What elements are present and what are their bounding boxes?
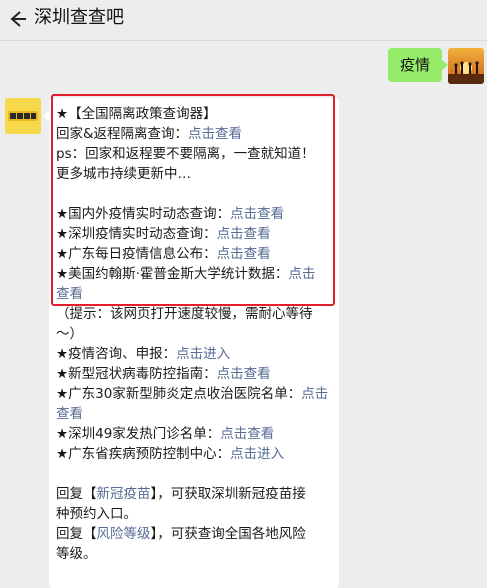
link-view[interactable]: 查看 (56, 406, 83, 422)
text-line: ★广东30家新型肺炎定点收治医院名单：点击 (56, 386, 329, 402)
link-view[interactable]: 点击查看 (217, 246, 271, 262)
text-line: （提示：该网页打开速度较慢，需耐心等待 (56, 306, 313, 322)
text-line: ★深圳49家发热门诊名单：点击查看 (56, 426, 275, 442)
text-line: ★美国约翰斯·霍普金斯大学统计数据：点击 (56, 266, 316, 282)
text-line: 回家&返程隔离查询：点击查看 (56, 126, 243, 142)
link-view[interactable]: 点击查看 (220, 426, 274, 442)
chat-title: 深圳查查吧 (34, 7, 124, 28)
text-line: 查看 (56, 404, 334, 424)
text-line: 更多城市持续更新中… (56, 166, 191, 182)
bot-message-content: ★【全国隔离政策查询器】 回家&返程隔离查询：点击查看 ps：回家和返程要不要隔… (56, 104, 334, 564)
text-line: ★疫情咨询、申报：点击进入 (56, 346, 231, 362)
text-line: 等级。 (56, 546, 97, 562)
text-line: ★【全国隔离政策查询器】 (56, 106, 217, 122)
text-line: 种预约入口。 (56, 506, 137, 522)
text-line: ～） (56, 326, 83, 342)
user-avatar[interactable] (448, 48, 484, 84)
keyword-vaccine[interactable]: 新冠疫苗 (97, 486, 151, 502)
text-line: ★新型冠状病毒防控指南：点击查看 (56, 366, 271, 382)
top-bar: 深圳查查吧 (0, 0, 487, 41)
link-enter[interactable]: 点击进入 (176, 346, 230, 362)
link-view[interactable]: 点击查看 (217, 366, 271, 382)
text-line: ★广东省疾病预防控制中心：点击进入 (56, 446, 285, 462)
link-view[interactable]: 点击 (301, 386, 328, 402)
link-view[interactable]: 点击 (288, 266, 315, 282)
link-view[interactable]: 查看 (56, 286, 83, 302)
text-line: ★深圳疫情实时动态查询：点击查看 (56, 226, 271, 242)
text-line: ps：回家和返程要不要隔离，一查就知道！ (56, 146, 315, 162)
link-view[interactable]: 点击查看 (217, 226, 271, 242)
official-account-avatar[interactable] (5, 98, 41, 134)
link-view[interactable]: 点击查看 (188, 126, 242, 142)
keyword-risk-level[interactable]: 风险等级 (97, 526, 151, 542)
text-line: 查看 (56, 284, 334, 304)
text-line: 回复【风险等级】，可获查询全国各地风险 (56, 526, 306, 542)
arrow-left-icon[interactable] (6, 8, 28, 30)
text-line: 回复【新冠疫苗】，可获取深圳新冠疫苗接 (56, 486, 306, 502)
link-view[interactable]: 点击查看 (230, 206, 284, 222)
text-line: ★广东每日疫情信息公布：点击查看 (56, 246, 271, 262)
link-enter[interactable]: 点击进入 (230, 446, 284, 462)
user-message-bubble[interactable]: 疫情 (388, 48, 449, 82)
text-line: ★国内外疫情实时动态查询：点击查看 (56, 206, 285, 222)
